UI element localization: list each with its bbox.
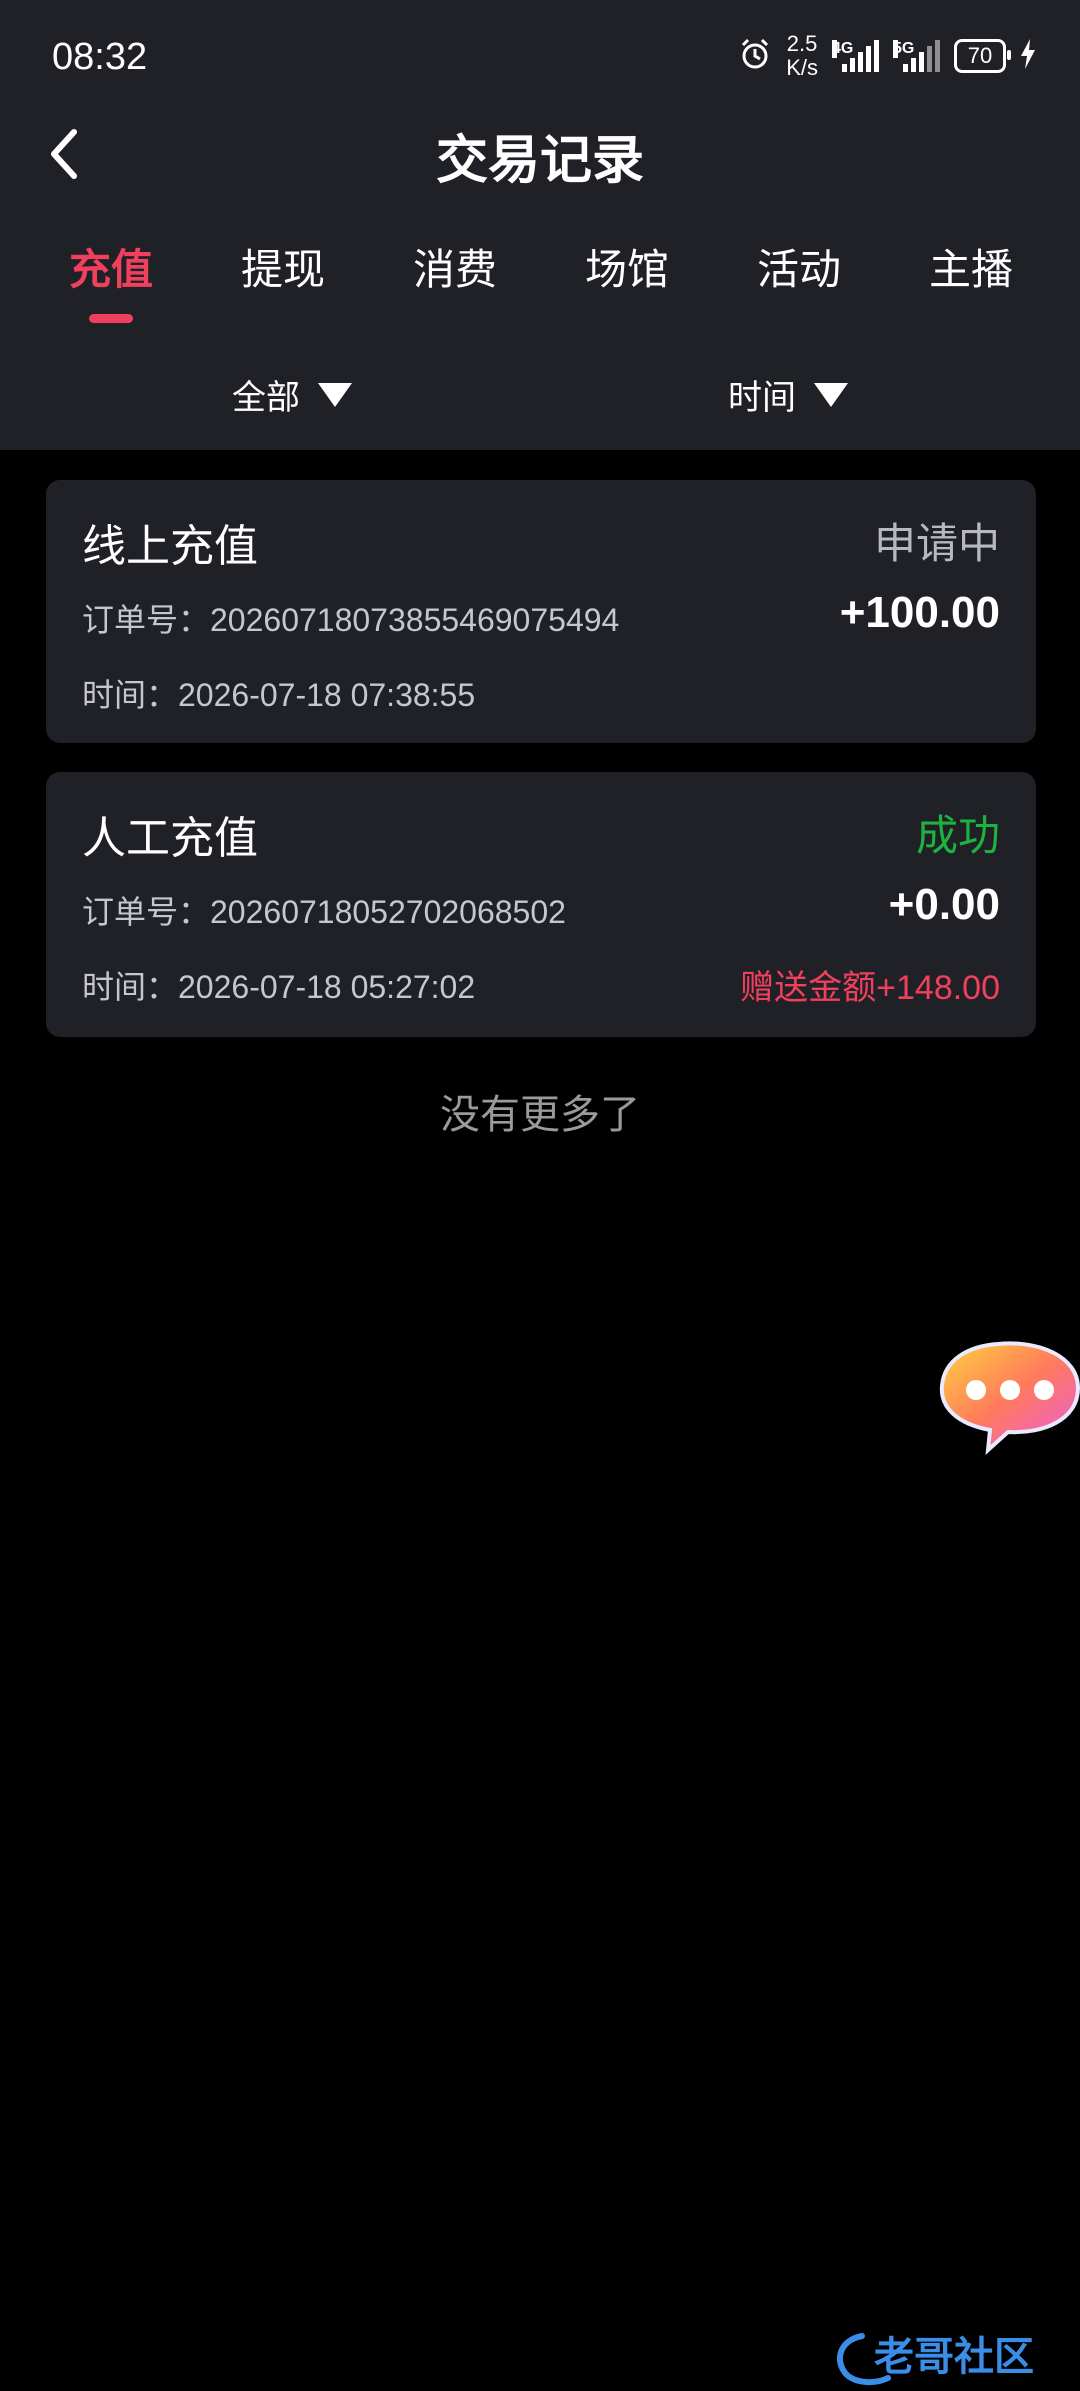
record-order-number: 订单号：20260718052702068502 [82, 894, 566, 930]
net-speed-unit: K/s [786, 55, 818, 80]
time-filter-label: 时间 [728, 379, 796, 417]
page-title: 交易记录 [435, 132, 644, 190]
chat-bubble-button[interactable] [938, 1338, 1080, 1458]
time-filter-dropdown[interactable]: 时间 [728, 370, 848, 419]
tab-withdraw[interactable]: 提现 [203, 236, 363, 297]
tab-consume[interactable]: 消费 [375, 236, 535, 297]
alarm-icon [738, 37, 772, 76]
watermark-logo: 老哥社区 [832, 2330, 1068, 2386]
svg-text:老哥社区: 老哥社区 [874, 2335, 1034, 2379]
active-tab-indicator [89, 314, 133, 323]
dropdown-triangle-icon [814, 382, 848, 407]
filter-bar: 全部 时间 [0, 370, 1080, 430]
signal-4g-icon: 4G [832, 40, 879, 72]
status-icons: 2.5 K/s 4G 5G 70 [738, 32, 1036, 80]
record-bonus: 赠送金额+148.00 [740, 969, 1000, 1007]
record-card[interactable]: 人工充值 成功 订单号：20260718052702068502 +0.00 时… [46, 772, 1036, 1037]
record-time: 时间：2026-07-18 05:27:02 [82, 969, 476, 1005]
tab-recharge[interactable]: 充值 [31, 236, 191, 297]
record-status: 成功 [915, 812, 1000, 859]
sim2-label: 5G [893, 40, 915, 58]
tab-venue[interactable]: 场馆 [547, 236, 707, 297]
record-card[interactable]: 线上充值 申请中 订单号：2026071807385546907549​4 +1… [46, 480, 1036, 743]
record-type: 线上充值 [82, 522, 258, 571]
record-amount: +0.00 [888, 880, 1000, 929]
tab-bar: 充值 提现 消费 场馆 活动 主播 [0, 236, 1080, 326]
status-bar: 08:32 2.5 K/s 4G 5G 70 [0, 0, 1080, 120]
charging-icon [1020, 38, 1036, 74]
record-time: 时间：2026-07-18 07:38:55 [82, 677, 476, 713]
tab-activity[interactable]: 活动 [719, 236, 879, 297]
type-filter-label: 全部 [232, 379, 300, 417]
chat-bubble-icon [939, 1341, 1080, 1455]
record-type: 人工充值 [82, 814, 258, 863]
net-speed: 2.5 K/s [786, 32, 818, 80]
signal-5g-icon: 5G [893, 40, 940, 72]
status-time: 08:32 [52, 36, 148, 78]
tab-anchor[interactable]: 主播 [891, 236, 1051, 297]
dropdown-triangle-icon [318, 382, 352, 407]
sim1-label: 4G [832, 40, 854, 58]
record-status: 申请中 [873, 520, 1000, 567]
record-order-number: 订单号：2026071807385546907549​4 [82, 602, 620, 638]
no-more-text: 没有更多了 [440, 1093, 640, 1137]
net-speed-value: 2.5 [786, 31, 818, 56]
record-amount: +100.00 [839, 588, 1000, 637]
type-filter-dropdown[interactable]: 全部 [232, 370, 352, 419]
battery-icon: 70 [954, 39, 1011, 73]
